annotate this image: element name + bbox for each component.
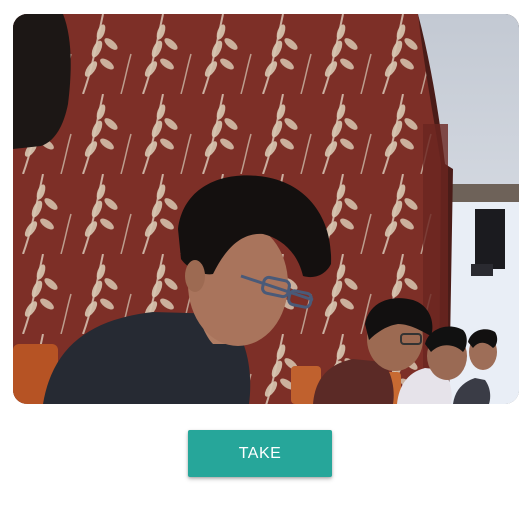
webcam-preview: [13, 14, 519, 404]
webcam-image: [13, 14, 519, 404]
capture-page: TAKE: [0, 0, 525, 509]
take-photo-button[interactable]: TAKE: [188, 430, 332, 477]
